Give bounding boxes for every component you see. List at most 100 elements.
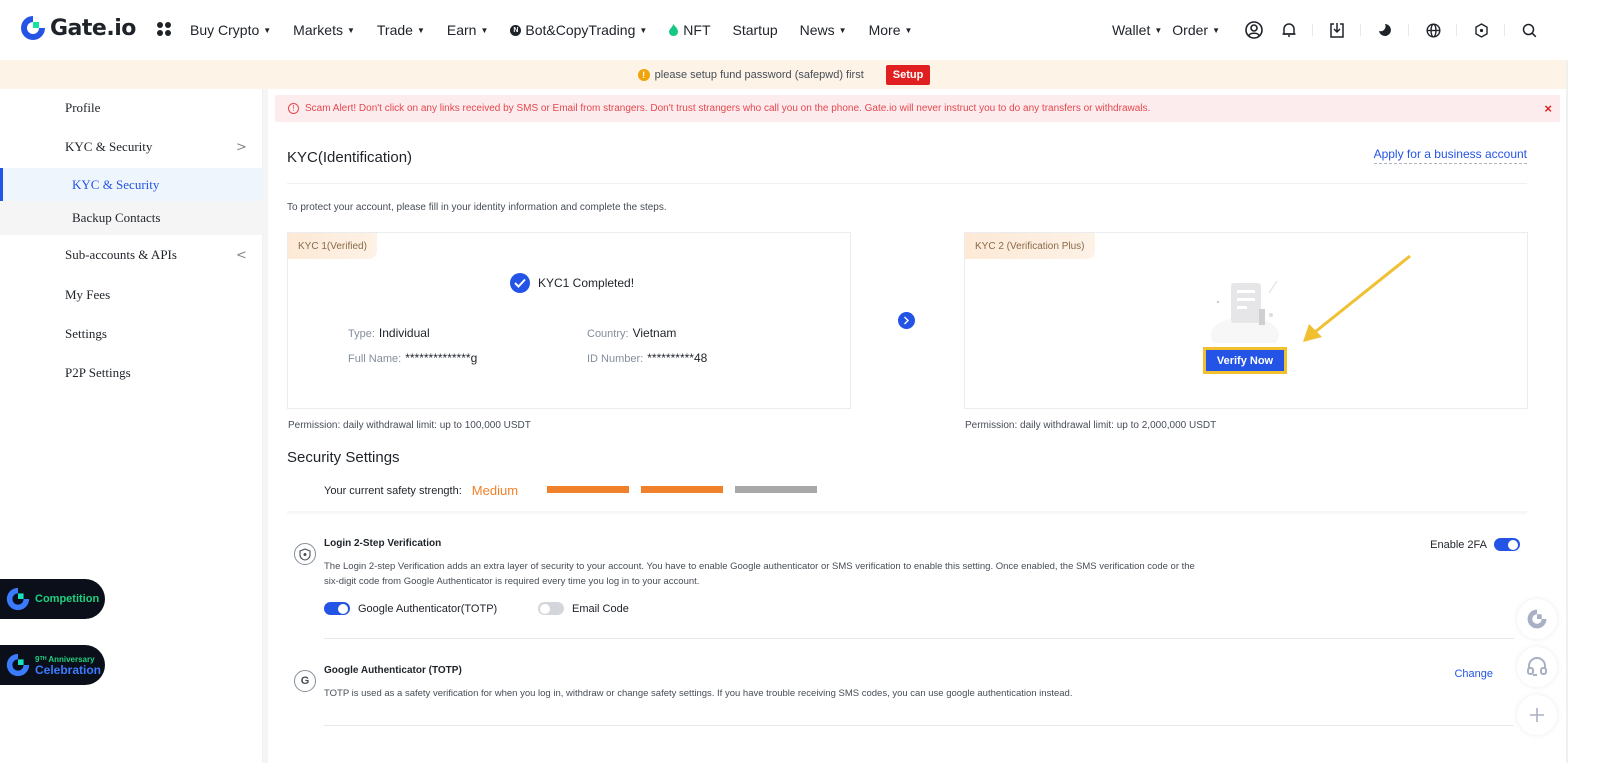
nav-label: Earn [446, 22, 477, 38]
divider [1312, 24, 1313, 36]
field-value: **********48 [647, 351, 708, 365]
gate-logo-icon [5, 652, 31, 678]
strength-bar-segment [735, 486, 817, 493]
kyc1-country: Country: Vietnam [587, 326, 676, 340]
divider [324, 725, 1514, 726]
nav-order[interactable]: Order ▼ [1172, 22, 1220, 38]
field-value: Vietnam [632, 326, 677, 340]
nav-buy-crypto[interactable]: Buy Crypto ▼ [190, 22, 271, 38]
promo-label: Competition [35, 592, 100, 605]
download-icon[interactable] [1326, 19, 1348, 41]
page-scrollbar[interactable] [1566, 60, 1568, 763]
anniversary-promo-button[interactable]: 9ᵀᴴ Anniversary Celebration [0, 645, 105, 685]
caret-down-icon: ▼ [1212, 25, 1220, 35]
sidebar-item-label: KYC & Security [72, 177, 160, 192]
annotation-arrow-icon [1295, 251, 1415, 346]
nav-label: Startup [732, 22, 778, 38]
gate-logo-icon [19, 14, 47, 42]
search-icon[interactable] [1518, 19, 1540, 41]
nav-trade[interactable]: Trade ▼ [377, 22, 425, 38]
verify-now-button[interactable]: Verify Now [1203, 347, 1287, 374]
field-label: Type: [348, 328, 375, 340]
scam-alert-text: Scam Alert! Don't click on any links rec… [305, 103, 1151, 114]
bot-icon: N [510, 24, 522, 36]
close-icon[interactable]: × [1544, 101, 1552, 116]
enable-2fa: Enable 2FA [1430, 538, 1520, 551]
promo-label: 9ᵀᴴ Anniversary Celebration [35, 655, 101, 676]
kyc1-card: KYC 1(Verified) KYC1 Completed! Type: Ind… [287, 232, 851, 409]
sidebar-item-label: Sub-accounts & APIs [65, 247, 177, 262]
apps-grid-icon[interactable] [157, 22, 171, 36]
kyc-title: KYC(Identification) [287, 149, 413, 166]
caret-down-icon: ▼ [838, 25, 847, 35]
kyc1-type: Type: Individual [348, 326, 430, 340]
caret-down-icon: ▼ [904, 25, 913, 35]
settings-icon[interactable] [1470, 19, 1492, 41]
sidebar-item-sub-accounts-apis[interactable]: Sub-accounts & APIs < [0, 238, 263, 272]
top-navigation: Gate.io Buy Crypto ▼ Markets ▼ Trade ▼ Earn… [0, 0, 1600, 60]
field-label: Country: [587, 328, 629, 340]
nav-earn[interactable]: Earn ▼ [447, 22, 489, 38]
nav-label: News [799, 22, 835, 38]
change-totp-link[interactable]: Change [1454, 668, 1493, 680]
nav-wallet[interactable]: Wallet ▼ [1112, 22, 1162, 38]
sidebar-item-label: Settings [65, 326, 107, 341]
sidebar-item-label: Profile [65, 100, 101, 115]
gate-logo-icon [5, 586, 31, 612]
sidebar-subitem-backup-contacts[interactable]: Backup Contacts [0, 201, 263, 235]
nav-label: Buy Crypto [190, 22, 260, 38]
option-label: Google Authenticator(TOTP) [358, 602, 498, 615]
email-code-toggle[interactable] [538, 602, 564, 615]
gate-logo-float-button[interactable] [1517, 599, 1557, 639]
gate-logo[interactable]: Gate.io [19, 14, 136, 42]
caret-down-icon: ▼ [263, 25, 272, 35]
nav-nft[interactable]: NFT [669, 22, 711, 38]
sidebar-item-p2p-settings[interactable]: P2P Settings [0, 356, 263, 390]
shield-icon [294, 543, 316, 565]
sidebar-item-label: P2P Settings [65, 365, 131, 380]
nav-more[interactable]: More ▼ [869, 22, 913, 38]
competition-promo-button[interactable]: Competition [0, 579, 105, 619]
nav-news[interactable]: News ▼ [800, 22, 847, 38]
sidebar-item-kyc-security[interactable]: KYC & Security > [0, 130, 263, 164]
nav-label: Bot&CopyTrading [525, 22, 636, 38]
nav-right: Wallet ▼ Order ▼ [1112, 0, 1540, 60]
strength-label: Your current safety strength: [324, 484, 462, 497]
chevron-right-icon: > [236, 139, 247, 155]
more-float-button[interactable] [1517, 695, 1557, 735]
google-g-icon: G [294, 670, 316, 692]
scam-alert-banner: ! Scam Alert! Don't click on any links r… [275, 95, 1560, 122]
divider [1360, 24, 1361, 36]
kyc2-card: KYC 2 (Verification Plus) [964, 232, 1528, 409]
divider [287, 511, 1527, 514]
nav-markets[interactable]: Markets ▼ [293, 22, 355, 38]
kyc1-permission: Permission: daily withdrawal limit: up t… [288, 420, 531, 431]
google-auth-toggle[interactable] [324, 602, 350, 615]
totp-title: Google Authenticator (TOTP) [324, 665, 462, 676]
warning-icon: ! [637, 68, 650, 81]
globe-icon[interactable] [1422, 19, 1444, 41]
sidebar-item-my-fees[interactable]: My Fees [0, 278, 263, 312]
brand-name: Gate.io [50, 15, 136, 41]
enable-2fa-label: Enable 2FA [1430, 538, 1487, 551]
nav-label: NFT [683, 22, 711, 38]
alert-icon: ! [288, 103, 299, 114]
strength-bar-segment [641, 486, 723, 493]
nav-startup[interactable]: Startup [733, 22, 778, 38]
support-float-button[interactable] [1517, 647, 1557, 687]
theme-icon[interactable] [1374, 19, 1396, 41]
bell-icon[interactable] [1278, 19, 1300, 41]
divider [324, 638, 1514, 639]
nav-bot-copytrading[interactable]: N Bot&CopyTrading ▼ [510, 22, 647, 38]
sidebar-item-settings[interactable]: Settings [0, 317, 263, 351]
apply-business-account-link[interactable]: Apply for a business account [1373, 147, 1527, 164]
user-icon[interactable] [1243, 19, 1265, 41]
strength-bar-segment [547, 486, 629, 493]
sidebar-subitem-kyc-security[interactable]: KYC & Security [0, 168, 263, 202]
sidebar-item-profile[interactable]: Profile [0, 91, 263, 125]
enable-2fa-toggle[interactable] [1494, 538, 1520, 551]
divider [287, 183, 1527, 184]
document-illustration-icon [1195, 273, 1295, 343]
next-arrow-icon[interactable] [898, 312, 915, 329]
setup-button[interactable]: Setup [885, 64, 931, 85]
